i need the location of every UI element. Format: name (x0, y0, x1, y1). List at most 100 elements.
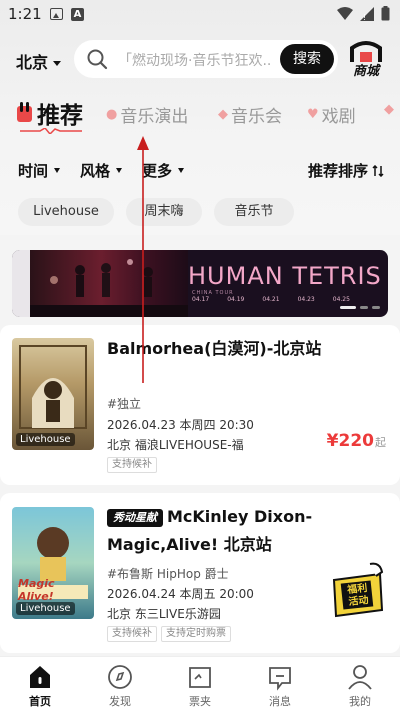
banner-date: 04.21 (262, 296, 280, 303)
nav-label: 首页 (29, 695, 51, 708)
status-bar: 1:21 A ! (0, 0, 400, 30)
recommend-hand-icon (17, 102, 32, 122)
event-venue: 北京 福浪LIVEHOUSE-福 (107, 438, 244, 452)
signal-icon: ! (360, 6, 374, 21)
event-tag: 支持候补 (107, 457, 157, 473)
banner-dates: 04.17 04.19 04.21 04.23 04.25 (192, 296, 350, 303)
event-date: 2026.04.24 本周五 20:00 (107, 587, 254, 601)
brand-badge: 秀动星献 (107, 508, 163, 527)
drama-mask-icon: ♥ (307, 107, 319, 122)
welfare-activity-float-button[interactable]: 福利活动 (326, 560, 388, 622)
banner-date: 04.19 (227, 296, 245, 303)
band-silhouette-image (30, 259, 188, 317)
compass-icon (108, 665, 132, 689)
status-time: 1:21 (8, 5, 42, 23)
event-title[interactable]: Balmorhea(白漠河)-北京站 (107, 335, 387, 363)
nav-tickets[interactable]: 票夹 (170, 663, 230, 709)
music-icon: ● (106, 107, 118, 122)
nav-label: 我的 (349, 695, 371, 708)
nav-discover[interactable]: 发现 (90, 663, 150, 709)
banner-title: HUMAN TETRIS (188, 262, 382, 290)
chip-weekend[interactable]: 周末嗨 (126, 198, 202, 226)
caret-down-icon (116, 168, 123, 173)
nav-messages[interactable]: 消息 (250, 663, 310, 709)
gallery-notification-icon (50, 8, 63, 20)
event-card[interactable]: Livehouse Balmorhea(白漠河)-北京站 #独立 2026.04… (0, 325, 400, 485)
event-tags: 支持候补 支持定时购票 (107, 626, 231, 642)
tab-drama[interactable]: ♥ 戏剧 (307, 102, 356, 127)
tab-active-indicator (20, 128, 82, 134)
event-tags: 支持候补 (107, 457, 157, 473)
chip-livehouse[interactable]: Livehouse (18, 198, 114, 226)
category-tabs: 推荐 ● 音乐演出 ◆ 音乐会 ♥ 戏剧 ◆ (0, 92, 400, 134)
search-placeholder: 「燃动现场·音乐节狂欢... (118, 53, 272, 69)
tab-music-shows[interactable]: ● 音乐演出 (106, 102, 188, 127)
a-notification-icon: A (71, 8, 84, 21)
poster-text: Magic Alive! (18, 577, 55, 603)
banner-photo (30, 250, 188, 317)
event-title[interactable]: 秀动星献 McKinley Dixon-Magic,Alive! 北京站 (107, 503, 387, 559)
promo-banner[interactable]: HUMAN TETRIS CHINA TOUR 04.17 04.19 04.2… (12, 250, 388, 317)
banner-dot-active (340, 306, 356, 309)
city-label: 北京 (16, 53, 49, 72)
city-selector[interactable]: 北京 (16, 49, 62, 73)
search-bar[interactable]: 「燃动现场·音乐节狂欢... 搜索 (74, 40, 338, 78)
event-poster: Magic Alive! Livehouse (12, 507, 94, 619)
event-price: ¥220起 (327, 431, 386, 451)
poster-tag: Livehouse (16, 602, 75, 615)
tab-label: 推荐 (37, 103, 83, 129)
nav-label: 消息 (269, 695, 291, 708)
welfare-badge-label: 福利活动 (346, 583, 370, 608)
filter-label: 风格 (80, 162, 111, 180)
banner-dot (372, 306, 380, 309)
banner-pagination (340, 306, 380, 309)
tab-recommend[interactable]: 推荐 (16, 96, 83, 130)
poster-tag: Livehouse (16, 433, 75, 446)
event-venue: 北京 东三LIVE乐游园 (107, 607, 221, 621)
event-tag: 支持定时购票 (161, 626, 231, 642)
message-icon (269, 667, 291, 691)
wifi-icon (337, 6, 353, 20)
event-tag: 支持候补 (107, 626, 157, 642)
tab-label: 音乐会 (231, 107, 282, 127)
event-genre: #独立 (107, 397, 142, 411)
sort-selector[interactable]: 推荐排序 (308, 160, 384, 181)
banner-date: 04.25 (332, 296, 350, 303)
more-category-icon: ◆ (384, 102, 394, 117)
filter-style[interactable]: 风格 (80, 160, 123, 181)
home-icon (30, 666, 50, 688)
nav-label: 发现 (109, 695, 131, 708)
svg-text:!: ! (363, 13, 366, 21)
tab-label: 戏剧 (321, 107, 356, 127)
filter-time[interactable]: 时间 (18, 160, 61, 181)
search-button[interactable]: 搜索 (280, 44, 334, 74)
sort-label: 推荐排序 (307, 162, 368, 180)
caret-down-icon (54, 168, 61, 173)
tab-concert[interactable]: ◆ 音乐会 (218, 102, 282, 127)
bottom-navigation: 首页 发现 票夹 消息 我的 (0, 656, 400, 711)
filter-label: 时间 (18, 162, 49, 180)
concert-icon: ◆ (218, 107, 228, 122)
nav-profile[interactable]: 我的 (330, 663, 390, 709)
profile-icon (348, 665, 372, 690)
nav-label: 票夹 (189, 695, 211, 708)
caret-down-icon (53, 61, 62, 66)
chip-music-festival[interactable]: 音乐节 (214, 198, 294, 226)
quick-filter-chips: Livehouse 周末嗨 音乐节 (18, 198, 294, 226)
caret-down-icon (178, 168, 185, 173)
price-suffix: 起 (375, 436, 386, 449)
battery-icon (381, 6, 390, 21)
tab-label: 音乐演出 (120, 107, 189, 127)
nav-home[interactable]: 首页 (10, 663, 70, 709)
banner-dot (360, 306, 368, 309)
mall-button[interactable]: 商城 (346, 40, 386, 80)
filter-more[interactable]: 更多 (142, 160, 185, 181)
banner-prev-slide (12, 250, 30, 317)
event-date: 2026.04.23 本周四 20:30 (107, 418, 254, 432)
price-value: ¥220 (326, 431, 374, 451)
banner-date: 04.17 (192, 296, 210, 303)
search-icon (87, 49, 108, 70)
banner-date: 04.23 (297, 296, 315, 303)
tab-more-icon[interactable]: ◆ (384, 102, 394, 117)
event-poster: Livehouse (12, 338, 94, 450)
